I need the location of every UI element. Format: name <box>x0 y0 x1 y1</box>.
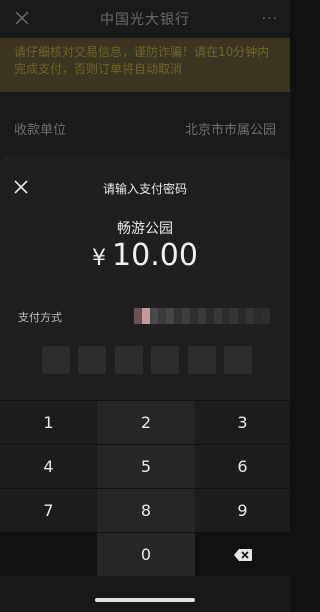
pin-digit-box <box>187 346 216 374</box>
payment-method-label: 支付方式 <box>18 311 62 324</box>
currency-symbol: ¥ <box>92 246 107 271</box>
warning-notice: 请仔细核对交易信息，谨防诈骗！请在10分钟内完成支付，否则订单将自动取消 <box>0 38 290 92</box>
backspace-icon <box>233 548 252 561</box>
key-8[interactable]: 8 <box>97 488 195 532</box>
close-icon[interactable] <box>14 10 30 26</box>
payee-label: 收款单位 <box>14 122 67 138</box>
key-0[interactable]: 0 <box>97 532 195 576</box>
key-7[interactable]: 7 <box>0 488 97 532</box>
pin-digit-box <box>223 346 252 374</box>
payment-amount: ¥ 10.00 <box>0 238 290 273</box>
payment-method-value-obscured <box>134 308 270 324</box>
payee-value: 北京市市属公园 <box>184 122 276 138</box>
key-3[interactable]: 3 <box>195 400 290 444</box>
navigation-bar: 中国光大银行 ··· <box>0 0 290 38</box>
amount-value: 10.00 <box>112 238 198 273</box>
merchant-name: 畅游公园 <box>117 221 173 237</box>
sheet-title: 请输入支付密码 <box>102 182 187 196</box>
payment-screen: 中国光大银行 ··· 请仔细核对交易信息，谨防诈骗！请在10分钟内完成支付，否则… <box>0 0 290 612</box>
key-1[interactable]: 1 <box>0 400 97 444</box>
pin-digit-box <box>78 346 107 374</box>
payment-method-row[interactable]: 支付方式 <box>0 304 290 328</box>
key-5[interactable]: 5 <box>97 444 195 488</box>
key-4[interactable]: 4 <box>0 444 97 488</box>
pin-input[interactable] <box>42 346 252 374</box>
pin-digit-box <box>151 346 180 374</box>
payee-row: 收款单位 北京市市属公园 <box>0 110 290 146</box>
key-9[interactable]: 9 <box>195 488 290 532</box>
home-indicator <box>95 598 195 602</box>
key-6[interactable]: 6 <box>195 444 290 488</box>
pin-digit-box <box>114 346 143 374</box>
page-title: 中国光大银行 <box>100 12 190 28</box>
key-2[interactable]: 2 <box>97 400 195 444</box>
key-blank <box>0 532 97 576</box>
pin-digit-box <box>42 346 70 374</box>
more-menu-icon[interactable]: ··· <box>262 11 278 27</box>
numeric-keypad: 1 2 3 4 5 6 7 8 9 0 <box>0 400 290 612</box>
backspace-button[interactable] <box>195 532 290 576</box>
